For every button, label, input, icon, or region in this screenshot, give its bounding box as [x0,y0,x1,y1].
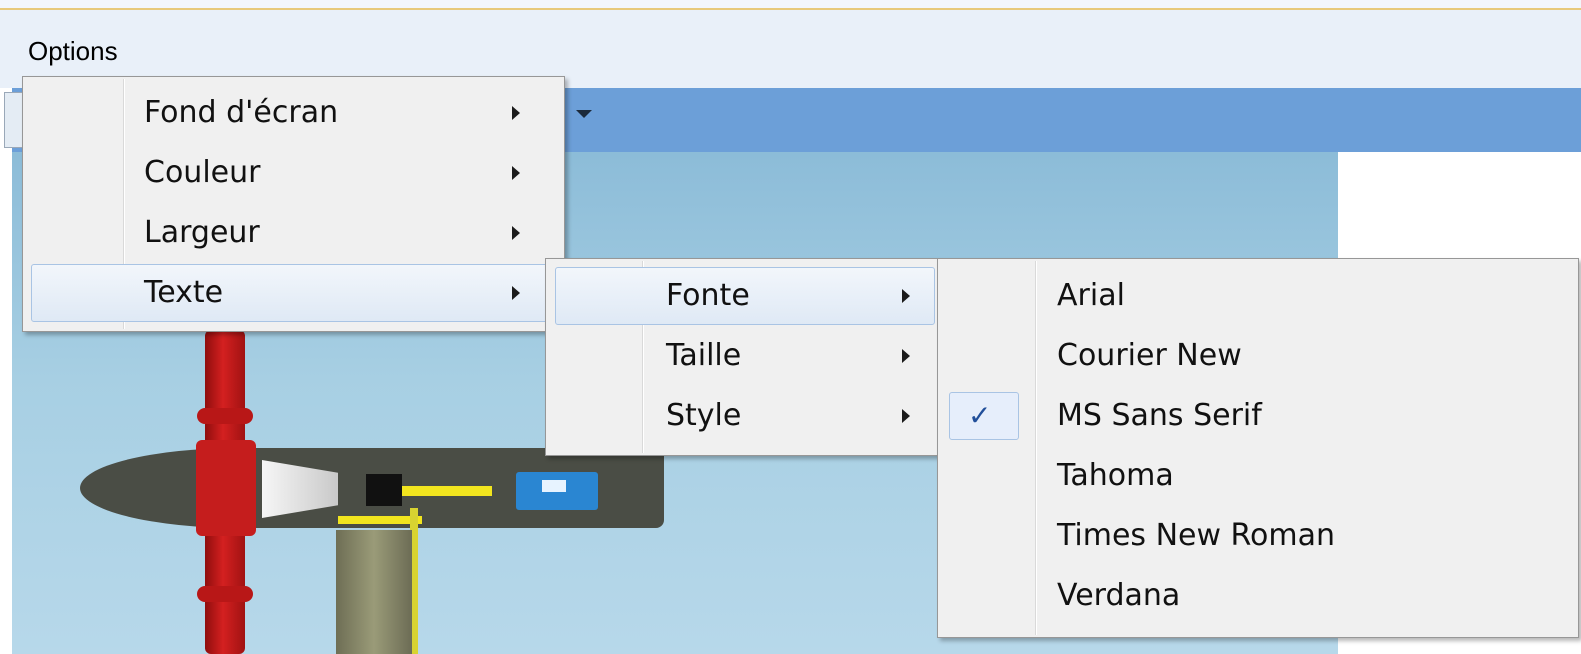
menu-item-label: Taille [666,338,742,373]
submenu-arrow-icon [902,349,910,363]
submenu-arrow-icon [512,106,520,120]
menu-item-label: MS Sans Serif [1057,398,1262,433]
menu-item-label: Largeur [144,215,260,250]
menu-item-font-arial[interactable]: Arial [940,267,1574,325]
canvas-blank-area [1338,152,1581,254]
generator-cap-image [542,480,566,492]
check-indicator: ✓ [949,392,1019,440]
chevron-down-icon[interactable] [576,110,592,118]
menu-item-font-ms-sans-serif[interactable]: ✓ MS Sans Serif [940,387,1574,445]
submenu-arrow-icon [512,286,520,300]
checkmark-icon: ✓ [968,399,992,432]
menu-item-font-verdana[interactable]: Verdana [940,567,1574,625]
submenu-arrow-icon [902,289,910,303]
menu-item-style[interactable]: Style [555,387,935,445]
menu-item-label: Times New Roman [1057,518,1336,553]
shaft-image [402,486,492,496]
menu-item-label: Tahoma [1057,458,1174,493]
menu-item-taille[interactable]: Taille [555,327,935,385]
turbine-tower-image [336,530,412,654]
menu-item-label: Texte [144,275,224,310]
menu-item-label: Verdana [1057,578,1181,613]
menu-item-label: Style [666,398,742,433]
submenu-arrow-icon [512,166,520,180]
menu-item-label: Fonte [666,278,750,313]
menu-item-texte[interactable]: Texte [31,264,560,322]
window-left-edge [0,88,12,654]
blade-joint-image [197,586,253,602]
menu-item-label: Arial [1057,278,1125,313]
submenu-arrow-icon [902,409,910,423]
blade-joint-image [197,408,253,424]
menu-item-font-courier-new[interactable]: Courier New [940,327,1574,385]
menu-item-label: Couleur [144,155,261,190]
menu-item-couleur[interactable]: Couleur [25,144,560,202]
shaft-block-image [366,474,402,506]
toolbar-combo[interactable] [4,92,24,148]
menu-item-largeur[interactable]: Largeur [25,204,560,262]
menu-item-fond-ecran[interactable]: Fond d'écran [25,84,560,142]
menu-item-fonte[interactable]: Fonte [555,267,935,325]
menu-item-label: Fond d'écran [144,95,339,130]
fonte-submenu: Arial Courier New ✓ MS Sans Serif Tahoma… [937,258,1579,638]
options-menu: Fond d'écran Couleur Largeur Texte [22,76,565,332]
submenu-arrow-icon [512,226,520,240]
menu-item-font-times-new-roman[interactable]: Times New Roman [940,507,1574,565]
turbine-hub-image [196,440,256,536]
window-top-border [0,0,1581,10]
menu-options[interactable]: Options [28,36,118,67]
texte-submenu: Fonte Taille Style [545,258,939,456]
menu-item-font-tahoma[interactable]: Tahoma [940,447,1574,505]
menu-item-label: Courier New [1057,338,1242,373]
